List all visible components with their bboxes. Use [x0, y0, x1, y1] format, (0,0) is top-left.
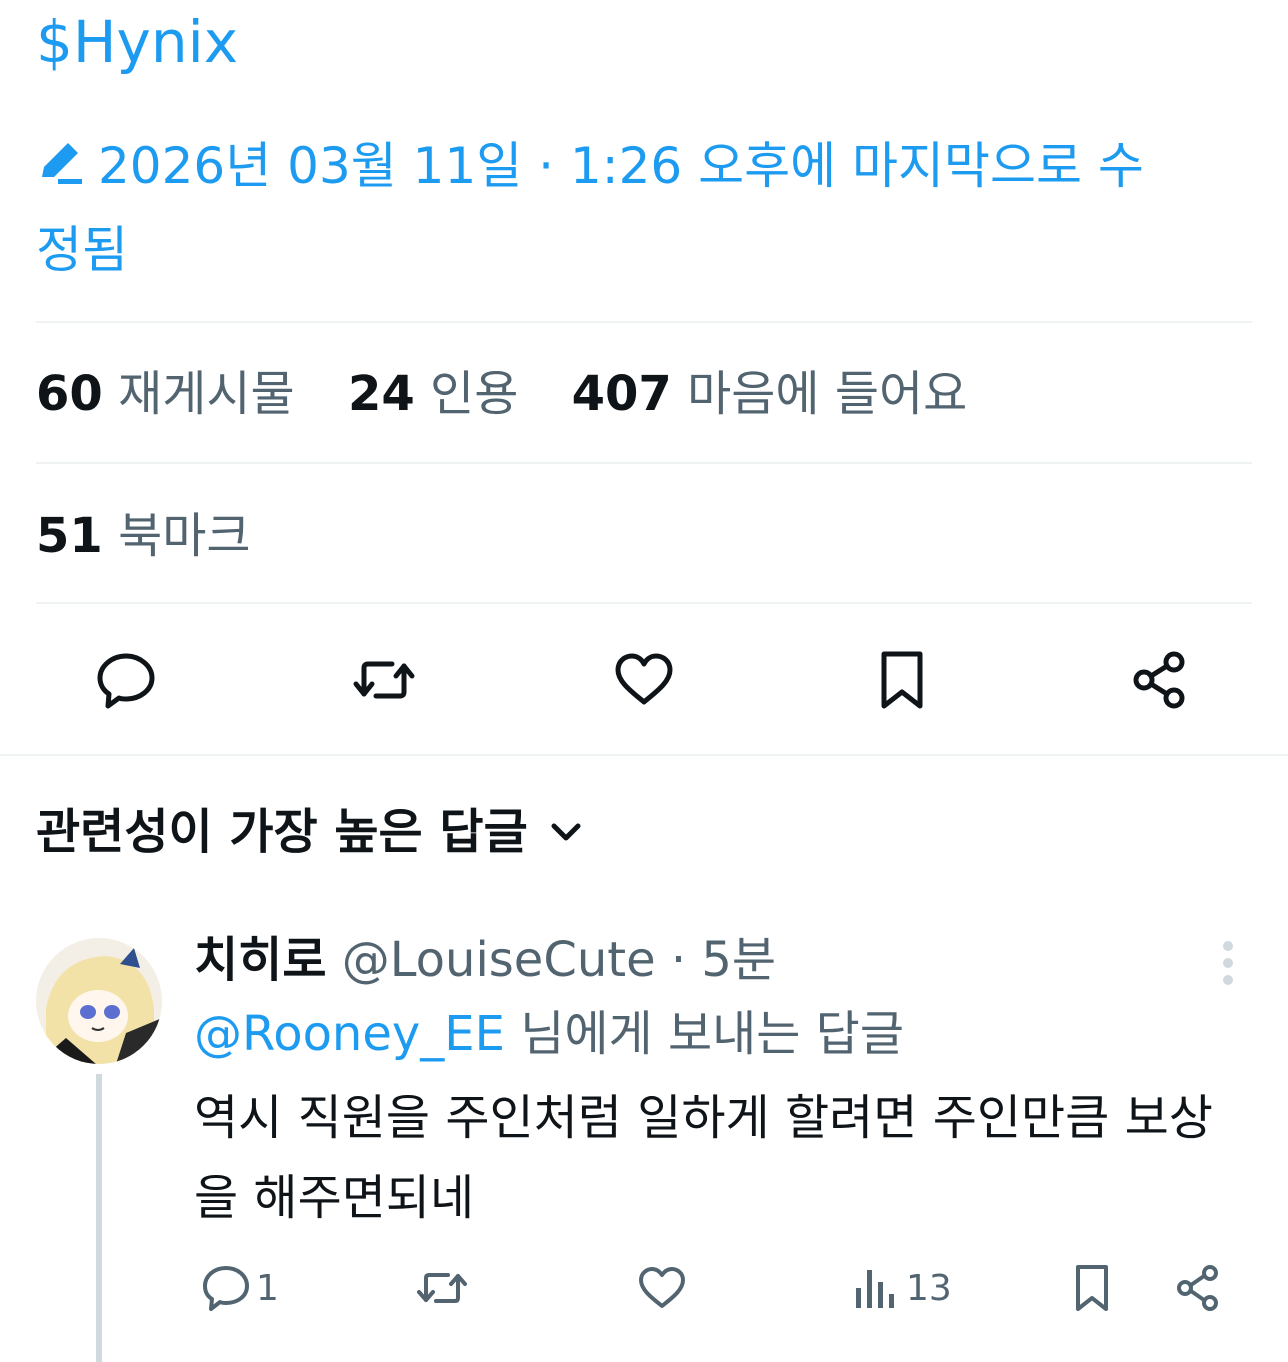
likes-label: 마음에 들어요	[687, 366, 968, 422]
share-icon	[1133, 651, 1185, 709]
views-chart-icon	[856, 1270, 894, 1308]
user-handle[interactable]: @LouiseCute	[342, 932, 656, 988]
reposts-label: 재게시물	[118, 366, 295, 422]
reply-icon	[97, 653, 155, 709]
bookmarks-count: 51	[36, 508, 103, 564]
chevron-down-icon	[546, 800, 586, 841]
bookmark-icon	[881, 651, 923, 709]
repost-button[interactable]	[352, 648, 416, 712]
reply-bookmark-button[interactable]	[1066, 1262, 1118, 1314]
edited-notice[interactable]: 2026년 03월 11일 · 1:26 오후에 마지막으로 수정됨	[36, 124, 1156, 292]
avatar[interactable]	[36, 938, 162, 1064]
reply-header: 치히로 @LouiseCute · 5분	[194, 924, 776, 996]
quotes-label: 인용	[430, 366, 519, 422]
replying-to: @Rooney_EE 님에게 보내는 답글	[194, 998, 904, 1070]
thread-line	[96, 1074, 102, 1362]
display-name[interactable]: 치히로	[194, 932, 326, 988]
reply-sort-label: 관련성이 가장 높은 답글	[36, 804, 528, 860]
reply-repost-button[interactable]	[416, 1262, 468, 1314]
view-count: 13	[906, 1267, 952, 1309]
reposts-stat[interactable]: 60 재게시물	[36, 366, 295, 422]
reply-sort-dropdown[interactable]: 관련성이 가장 높은 답글	[36, 796, 586, 868]
repost-icon	[417, 1273, 467, 1303]
reply-icon	[203, 1266, 249, 1311]
likes-count: 407	[571, 366, 672, 422]
replying-to-handle[interactable]: @Rooney_EE	[194, 1006, 505, 1062]
likes-stat[interactable]: 407 마음에 들어요	[572, 366, 968, 422]
bookmarks-stat[interactable]: 51 북마크	[36, 500, 251, 572]
like-button[interactable]	[612, 648, 676, 712]
edited-notice-text: 2026년 03월 11일 · 1:26 오후에 마지막으로 수정됨	[36, 137, 1144, 279]
reply-like-button[interactable]	[636, 1262, 688, 1314]
reply-views-button[interactable]: 13	[850, 1262, 952, 1314]
divider	[36, 321, 1252, 323]
bookmarks-label: 북마크	[118, 508, 251, 564]
meta-separator: ·	[655, 932, 702, 988]
quotes-stat[interactable]: 24 인용	[348, 366, 518, 422]
heart-icon	[615, 653, 673, 705]
reply-reply-button[interactable]: 1	[200, 1262, 279, 1314]
reply-button[interactable]	[94, 648, 158, 712]
share-icon	[1177, 1265, 1218, 1311]
reply-timestamp[interactable]: 5분	[701, 932, 776, 988]
reply-action-bar: 1 13	[194, 1256, 1254, 1320]
post-action-bar	[0, 640, 1288, 720]
reply-share-button[interactable]	[1172, 1262, 1224, 1314]
engagement-stats: 60 재게시물 24 인용 407 마음에 들어요	[36, 358, 1005, 430]
replying-to-suffix: 님에게 보내는 답글	[504, 1006, 905, 1062]
share-button[interactable]	[1128, 648, 1192, 712]
reposts-count: 60	[36, 366, 103, 422]
cashtag-link[interactable]: $Hynix	[36, 6, 238, 78]
heart-icon	[639, 1267, 685, 1308]
pencil-icon	[36, 128, 90, 184]
more-vertical-icon	[1223, 941, 1233, 985]
divider	[36, 462, 1252, 464]
bookmark-icon	[1076, 1265, 1108, 1311]
bookmark-button[interactable]	[870, 648, 934, 712]
divider	[36, 602, 1252, 604]
reply-text: 역시 직원을 주인처럼 일하게 할려면 주인만큼 보상을 해주면되네	[194, 1090, 1213, 1226]
quotes-count: 24	[347, 366, 415, 422]
more-options-button[interactable]	[1206, 938, 1250, 988]
repost-icon	[353, 661, 415, 699]
section-divider	[0, 754, 1288, 756]
reply-count: 1	[256, 1267, 279, 1309]
